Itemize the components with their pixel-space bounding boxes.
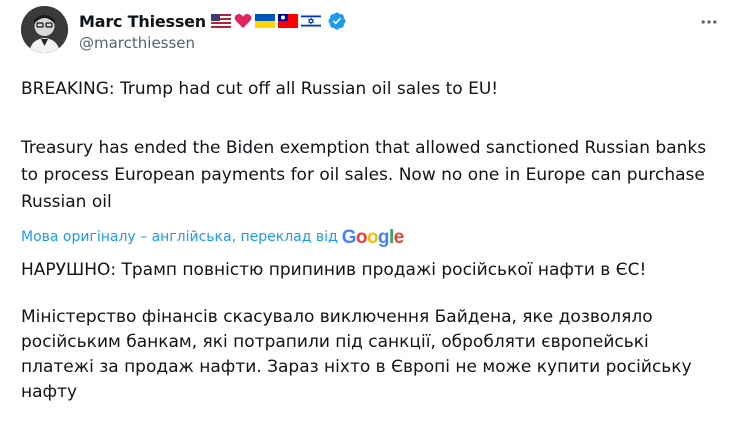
heart-icon [234,14,252,28]
tweet-header: Marc Thiessen @marcthiessen [21,6,721,62]
more-icon [701,20,717,24]
profile-flags [211,13,321,29]
tweet-text-translated-headline: НАРУШНО: Трамп повністю припинив продажі… [21,260,647,280]
avatar-image [21,6,68,53]
more-options-button[interactable] [697,10,721,34]
tweet-text-original-body: Treasury has ended the Biden exemption t… [21,138,707,212]
israel-flag-icon [301,14,321,28]
us-flag-icon [211,14,231,28]
google-logo: Google [341,226,404,248]
ukraine-flag-icon [255,14,275,28]
user-handle[interactable]: @marcthiessen [79,34,195,52]
tweet-text-original-headline: BREAKING: Trump had cut off all Russian … [21,79,499,99]
display-name[interactable]: Marc Thiessen [79,12,206,31]
tweet-text-translated-body: Міністерство фінансів скасувало виключен… [21,307,692,402]
translation-note-link[interactable]: Мова оригіналу – англійська, переклад ві… [21,229,338,245]
translation-attribution: Мова оригіналу – англійська, переклад ві… [21,226,404,248]
name-row: Marc Thiessen [79,10,347,32]
verified-badge-icon[interactable] [327,11,347,31]
taiwan-flag-icon [278,14,298,28]
avatar[interactable] [21,6,68,53]
